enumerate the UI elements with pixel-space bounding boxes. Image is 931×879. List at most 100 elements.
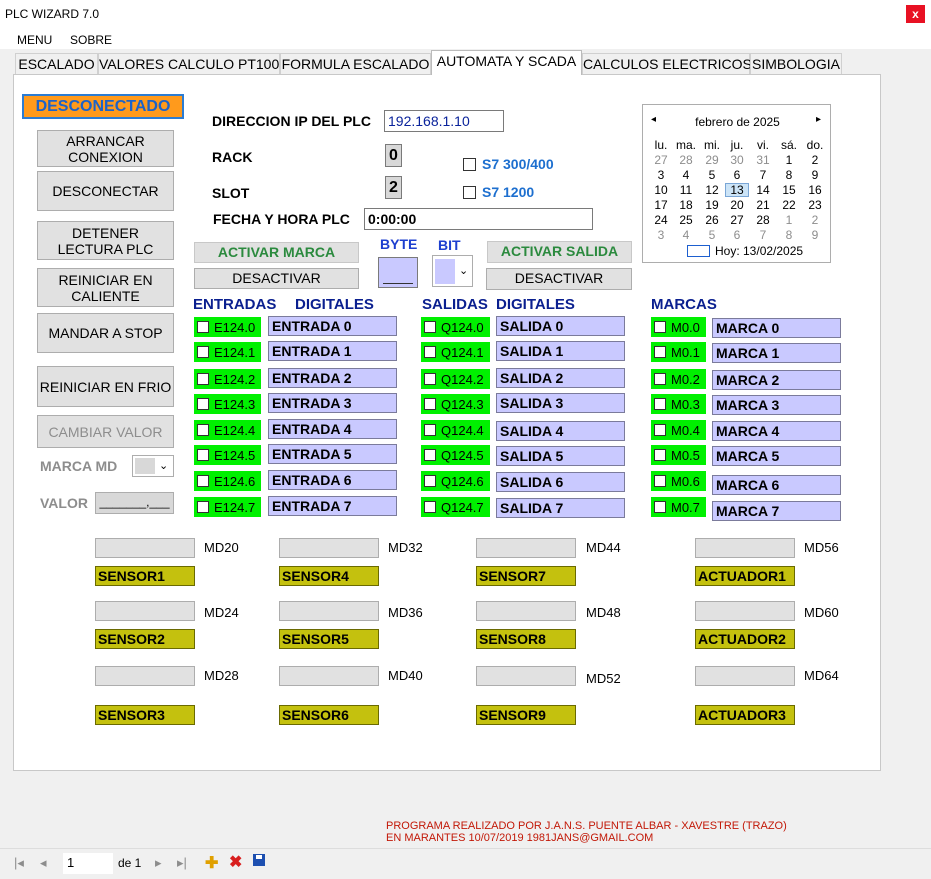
- marca-name[interactable]: MARCA 6: [712, 475, 841, 495]
- activar-salida-button[interactable]: ACTIVAR SALIDA: [487, 241, 632, 263]
- sensor-name[interactable]: SENSOR6: [279, 705, 379, 725]
- entrada-name[interactable]: ENTRADA 0: [268, 316, 397, 336]
- marca-toggle[interactable]: M0.0: [651, 317, 706, 337]
- sensor-name[interactable]: SENSOR1: [95, 566, 195, 586]
- tab-simbologia[interactable]: SIMBOLOGIA: [750, 53, 842, 74]
- entrada-name[interactable]: ENTRADA 3: [268, 393, 397, 413]
- sensor-value-field[interactable]: [695, 601, 795, 621]
- entrada-toggle[interactable]: E124.3: [194, 394, 261, 414]
- checkbox[interactable]: [654, 321, 666, 333]
- calendar-day[interactable]: 1: [777, 153, 801, 167]
- sensor-value-field[interactable]: [476, 601, 576, 621]
- sensor-value-field[interactable]: [95, 666, 195, 686]
- checkbox[interactable]: [654, 501, 666, 513]
- marca-toggle[interactable]: M0.5: [651, 445, 706, 465]
- marca-name[interactable]: MARCA 5: [712, 446, 841, 466]
- sensor-name[interactable]: ACTUADOR2: [695, 629, 795, 649]
- calendar-day[interactable]: 7: [751, 228, 775, 242]
- calendar-day[interactable]: 26: [700, 213, 724, 227]
- entrada-name[interactable]: ENTRADA 5: [268, 444, 397, 464]
- s7-300-checkbox[interactable]: [463, 158, 476, 171]
- checkbox[interactable]: [424, 346, 436, 358]
- sensor-name[interactable]: SENSOR2: [95, 629, 195, 649]
- calendar-day[interactable]: 28: [751, 213, 775, 227]
- tab-automata-scada[interactable]: AUTOMATA Y SCADA: [431, 50, 582, 75]
- entrada-toggle[interactable]: E124.7: [194, 497, 261, 517]
- tab-formula-escalado[interactable]: FORMULA ESCALADO: [280, 53, 431, 74]
- calendar-day[interactable]: 4: [674, 168, 698, 182]
- cambiar-valor-button[interactable]: CAMBIAR VALOR: [37, 415, 174, 448]
- valor-input[interactable]: _______,___: [95, 492, 174, 514]
- first-record-icon[interactable]: |◂: [14, 855, 24, 871]
- sensor-value-field[interactable]: [279, 666, 379, 686]
- sensor-name[interactable]: SENSOR4: [279, 566, 379, 586]
- reiniciar-frio-button[interactable]: REINICIAR EN FRIO: [37, 366, 174, 407]
- checkbox[interactable]: [197, 398, 209, 410]
- salida-name[interactable]: SALIDA 4: [496, 421, 625, 441]
- calendar-day[interactable]: 7: [751, 168, 775, 182]
- calendar-day[interactable]: 27: [649, 153, 673, 167]
- entrada-toggle[interactable]: E124.0: [194, 317, 261, 337]
- calendar-day[interactable]: 29: [700, 153, 724, 167]
- calendar-day[interactable]: 2: [803, 153, 827, 167]
- sensor-value-field[interactable]: [695, 538, 795, 558]
- checkbox[interactable]: [654, 398, 666, 410]
- marca-toggle[interactable]: M0.4: [651, 420, 706, 440]
- calendar-day[interactable]: 10: [649, 183, 673, 197]
- bit-select[interactable]: ⌄: [432, 255, 473, 287]
- entrada-toggle[interactable]: E124.6: [194, 471, 261, 491]
- checkbox[interactable]: [197, 373, 209, 385]
- delete-icon[interactable]: ✖: [229, 852, 242, 872]
- marca-toggle[interactable]: M0.2: [651, 369, 706, 389]
- entrada-name[interactable]: ENTRADA 7: [268, 496, 397, 516]
- calendar-day[interactable]: 3: [649, 168, 673, 182]
- salida-toggle[interactable]: Q124.5: [421, 445, 490, 465]
- salida-name[interactable]: SALIDA 7: [496, 498, 625, 518]
- checkbox[interactable]: [424, 373, 436, 385]
- sensor-name[interactable]: SENSOR5: [279, 629, 379, 649]
- sensor-value-field[interactable]: [95, 601, 195, 621]
- mandar-stop-button[interactable]: MANDAR A STOP: [37, 313, 174, 353]
- checkbox[interactable]: [424, 398, 436, 410]
- calendar-day[interactable]: 2: [803, 213, 827, 227]
- add-icon[interactable]: ✚: [205, 853, 218, 873]
- checkbox[interactable]: [424, 321, 436, 333]
- activar-marca-button[interactable]: ACTIVAR MARCA: [194, 242, 359, 263]
- calendar-day[interactable]: 18: [674, 198, 698, 212]
- marca-toggle[interactable]: M0.3: [651, 394, 706, 414]
- calendar-day[interactable]: 17: [649, 198, 673, 212]
- sensor-name[interactable]: ACTUADOR3: [695, 705, 795, 725]
- salida-toggle[interactable]: Q124.6: [421, 471, 490, 491]
- calendar-day[interactable]: 16: [803, 183, 827, 197]
- marca-name[interactable]: MARCA 7: [712, 501, 841, 521]
- calendar-day[interactable]: 1: [777, 213, 801, 227]
- calendar-day[interactable]: 4: [674, 228, 698, 242]
- calendar-day[interactable]: 19: [700, 198, 724, 212]
- checkbox[interactable]: [197, 321, 209, 333]
- desconectar-button[interactable]: DESCONECTAR: [37, 171, 174, 211]
- marca-name[interactable]: MARCA 3: [712, 395, 841, 415]
- salida-name[interactable]: SALIDA 1: [496, 341, 625, 361]
- salida-name[interactable]: SALIDA 0: [496, 316, 625, 336]
- salida-toggle[interactable]: Q124.7: [421, 497, 490, 517]
- sensor-value-field[interactable]: [95, 538, 195, 558]
- salida-name[interactable]: SALIDA 6: [496, 472, 625, 492]
- checkbox[interactable]: [197, 501, 209, 513]
- tab-escalado[interactable]: ESCALADO: [15, 53, 98, 74]
- calendar-day[interactable]: 14: [751, 183, 775, 197]
- calendar-day[interactable]: 24: [649, 213, 673, 227]
- calendar-day[interactable]: 23: [803, 198, 827, 212]
- sensor-name[interactable]: SENSOR8: [476, 629, 576, 649]
- checkbox[interactable]: [424, 424, 436, 436]
- checkbox[interactable]: [424, 449, 436, 461]
- tab-calculos-electricos[interactable]: CALCULOS ELECTRICOS: [582, 53, 752, 74]
- slot-input[interactable]: 2: [385, 176, 402, 199]
- calendar-day[interactable]: 30: [725, 153, 749, 167]
- prev-record-icon[interactable]: ◂: [40, 855, 47, 871]
- salida-toggle[interactable]: Q124.4: [421, 420, 490, 440]
- s7-1200-checkbox[interactable]: [463, 186, 476, 199]
- rack-input[interactable]: 0: [385, 144, 402, 167]
- reiniciar-caliente-button[interactable]: REINICIAR EN CALIENTE: [37, 268, 174, 307]
- calendar-day[interactable]: 8: [777, 168, 801, 182]
- calendar-day[interactable]: 11: [674, 183, 698, 197]
